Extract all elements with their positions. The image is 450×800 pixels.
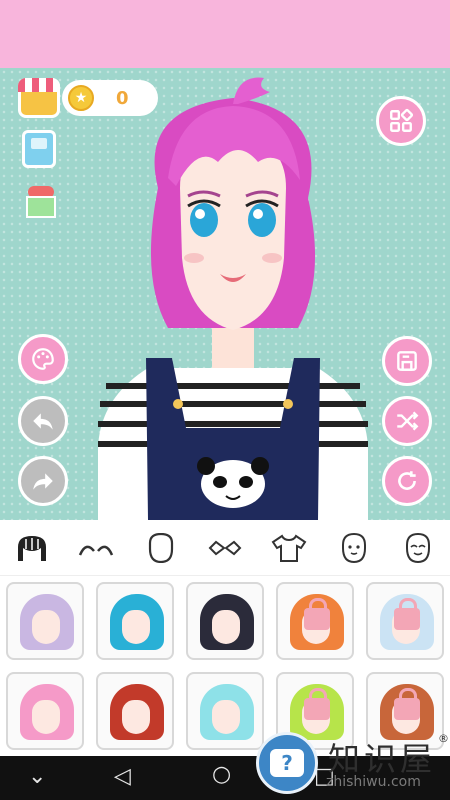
item-tile[interactable]	[96, 582, 174, 660]
shop-icon[interactable]	[18, 78, 60, 118]
face-shape-icon	[148, 532, 173, 563]
face-expression-icon	[405, 532, 430, 563]
save-button[interactable]	[382, 336, 432, 386]
eyes-icon	[208, 540, 242, 555]
lock-icon	[394, 688, 420, 720]
redo-button[interactable]	[18, 456, 68, 506]
category-tabs	[0, 520, 450, 576]
watermark-subtitle: zhishiwu.com	[326, 774, 421, 790]
game-icon[interactable]	[22, 130, 56, 168]
question-icon: ?	[270, 749, 304, 777]
nav-back-icon[interactable]: ◁	[114, 764, 131, 789]
item-tile[interactable]	[276, 582, 354, 660]
tab-hair[interactable]	[10, 526, 54, 570]
item-tile[interactable]	[96, 672, 174, 750]
palette-icon	[32, 348, 54, 370]
star-coin-icon: ★	[68, 85, 94, 111]
tab-eyebrows[interactable]	[74, 526, 118, 570]
save-icon	[397, 351, 417, 371]
gallery-grid-icon	[390, 108, 414, 132]
tab-eyes[interactable]	[203, 526, 247, 570]
watermark: ? 知识屋 ® zhishiwu.com	[252, 728, 450, 798]
coin-balance: ★ 0	[62, 80, 158, 116]
reset-icon	[398, 471, 416, 490]
undo-button[interactable]	[18, 396, 68, 446]
shuffle-button[interactable]	[382, 396, 432, 446]
gift-icon[interactable]	[24, 184, 58, 220]
redo-icon	[33, 473, 53, 490]
item-tile[interactable]	[186, 582, 264, 660]
face-mouth-icon	[341, 532, 366, 563]
shuffle-icon	[397, 411, 419, 431]
eyebrows-icon	[79, 545, 114, 556]
item-tile[interactable]	[6, 672, 84, 750]
undo-icon	[33, 413, 53, 430]
reset-button[interactable]	[382, 456, 432, 506]
nav-down-icon[interactable]: ⌄	[28, 764, 46, 789]
hair-icon	[18, 535, 47, 561]
nav-home-icon[interactable]: ○	[212, 762, 231, 787]
tab-face[interactable]	[139, 526, 183, 570]
tab-clothes[interactable]	[267, 526, 311, 570]
watermark-reg: ®	[438, 732, 449, 745]
lock-icon	[304, 598, 330, 630]
top-banner	[0, 0, 450, 68]
palette-button[interactable]	[18, 334, 68, 384]
shirt-icon	[271, 534, 307, 562]
lock-icon	[304, 688, 330, 720]
gallery-grid-button[interactable]	[376, 96, 426, 146]
avatar-character	[98, 77, 368, 520]
watermark-logo: ?	[256, 732, 318, 794]
item-tile[interactable]	[6, 582, 84, 660]
tab-mouth[interactable]	[332, 526, 376, 570]
item-tile[interactable]	[366, 582, 444, 660]
coin-value: 0	[116, 87, 129, 109]
lock-icon	[394, 598, 420, 630]
tab-expression[interactable]	[396, 526, 440, 570]
